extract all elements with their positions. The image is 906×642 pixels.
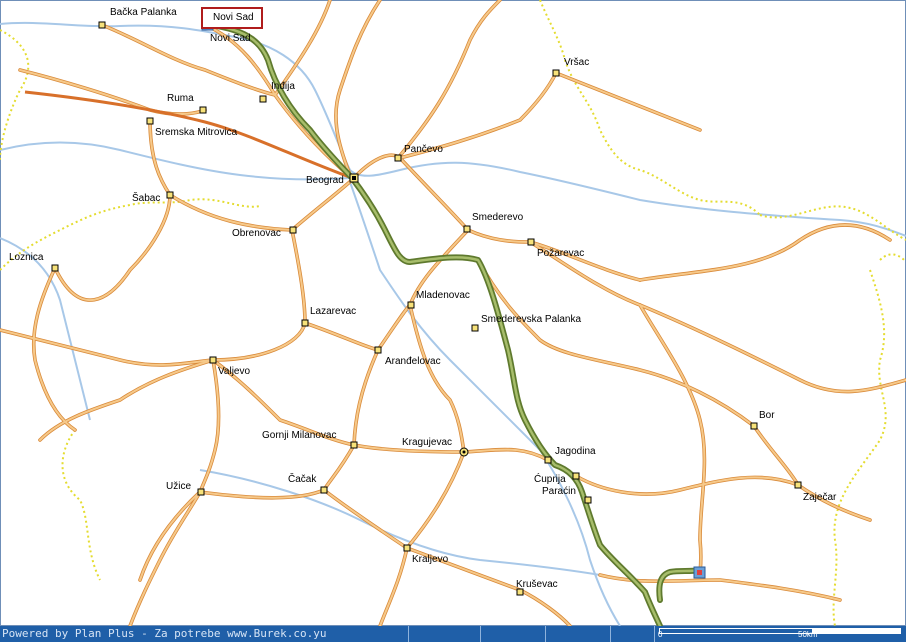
city-label-cacak: Čačak (288, 472, 317, 485)
route-start-label[interactable]: Novi Sad (201, 7, 263, 29)
route-start-label-text: Novi Sad (213, 12, 254, 23)
city-label-jagodina: Jagodina (555, 446, 596, 457)
city-label-obrenovac: Obrenovac (232, 228, 281, 239)
city-label-krusevac: Kruševac (516, 579, 558, 590)
city-label-lazarevac: Lazarevac (310, 306, 356, 317)
scale-distance-label: 50km (798, 630, 818, 639)
city-label-ruma: Ruma (167, 93, 194, 104)
city-label-zajecar: Zaječar (803, 492, 837, 503)
city-marker-kragujevac[interactable] (459, 447, 469, 457)
city-label-sabac: Šabac (132, 191, 160, 204)
map-canvas[interactable]: Bačka Palanka Novi Sad Vršac Inđija Ruma Srem… (0, 0, 906, 626)
city-label-kraljevo: Kraljevo (412, 554, 449, 565)
city-marker-backa-palanka[interactable] (98, 21, 106, 29)
city-marker-uzice[interactable] (197, 488, 205, 496)
city-label-bor: Bor (759, 410, 775, 421)
city-marker-lazarevac[interactable] (301, 319, 309, 327)
city-marker-kraljevo[interactable] (403, 544, 411, 552)
city-marker-pancevo[interactable] (394, 154, 402, 162)
city-marker-ruma[interactable] (199, 106, 207, 114)
city-label-smederevo: Smederevo (472, 212, 524, 223)
route-end-icon[interactable] (693, 566, 706, 579)
city-marker-indija[interactable] (259, 95, 267, 103)
city-label-paracin: Paraćin (542, 486, 576, 497)
scale-bar-segment (659, 628, 813, 634)
city-label-kragujevac: Kragujevac (402, 437, 452, 448)
city-label-pancevo: Pančevo (404, 144, 443, 155)
city-marker-loznica[interactable] (51, 264, 59, 272)
city-label-gornji-milanovac: Gornji Milanovac (262, 430, 336, 441)
city-label-vrsac: Vršac (564, 57, 589, 68)
scale-zero-label: 0 (658, 630, 663, 639)
city-label-beograd: Beograd (306, 175, 344, 186)
city-marker-beograd[interactable] (349, 173, 359, 183)
city-marker-arandelovac[interactable] (374, 346, 382, 354)
city-label-mladenovac: Mladenovac (416, 290, 470, 301)
city-marker-gornji-milanovac[interactable] (350, 441, 358, 449)
status-separator (545, 626, 546, 642)
city-marker-zajecar[interactable] (794, 481, 802, 489)
status-separator (408, 626, 409, 642)
city-marker-pozarevac[interactable] (527, 238, 535, 246)
city-marker-bor[interactable] (750, 422, 758, 430)
city-label-backa-palanka: Bačka Palanka (110, 7, 177, 18)
scale-bar: 0 50km (656, 627, 904, 641)
city-marker-smederevo[interactable] (463, 225, 471, 233)
city-label-arandelovac: Aranđelovac (385, 356, 441, 367)
city-marker-paracin[interactable] (584, 496, 592, 504)
city-label-novi-sad: Novi Sad (210, 33, 251, 44)
city-label-pozarevac: Požarevac (537, 248, 584, 259)
status-separator (654, 626, 655, 642)
status-credit: Powered by Plan Plus - Za potrebe www.Bu… (2, 627, 327, 640)
city-marker-obrenovac[interactable] (289, 226, 297, 234)
city-label-valjevo: Valjevo (218, 366, 250, 377)
city-marker-jagodina[interactable] (544, 456, 552, 464)
city-label-indija: Inđija (271, 81, 295, 92)
map-frame (0, 0, 906, 626)
city-marker-vrsac[interactable] (552, 69, 560, 77)
city-label-uzice: Užice (166, 481, 191, 492)
city-label-cuprija: Ćuprija (534, 472, 566, 485)
status-separator (480, 626, 481, 642)
city-label-smederevska-palanka: Smederevska Palanka (481, 314, 581, 325)
city-marker-cacak[interactable] (320, 486, 328, 494)
city-label-sremska-mitrovica: Sremska Mitrovica (155, 127, 238, 138)
city-marker-sabac[interactable] (166, 191, 174, 199)
city-marker-cuprija[interactable] (572, 472, 580, 480)
status-separator (610, 626, 611, 642)
city-marker-smederevska-palanka[interactable] (471, 324, 479, 332)
city-marker-sremska-mitrovica[interactable] (146, 117, 154, 125)
city-marker-valjevo[interactable] (209, 356, 217, 364)
city-marker-mladenovac[interactable] (407, 301, 415, 309)
city-label-loznica: Loznica (9, 252, 44, 263)
